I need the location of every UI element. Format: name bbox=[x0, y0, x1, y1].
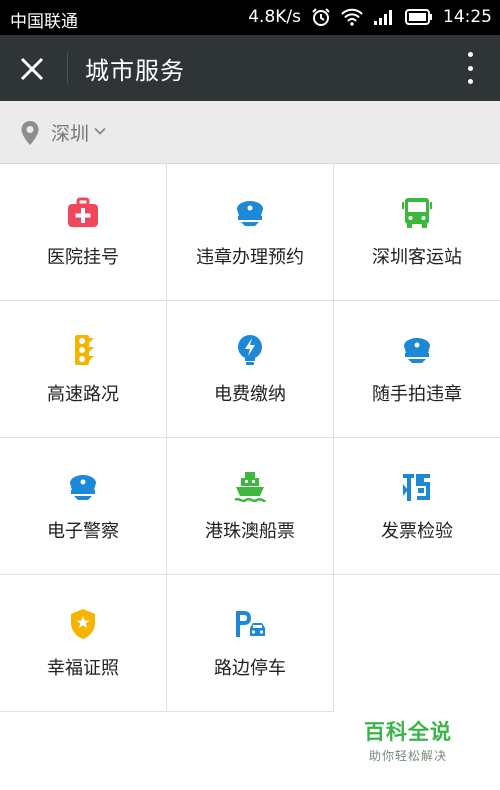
service-label: 随手拍违章 bbox=[372, 384, 462, 405]
title-bar: 城市服务 bbox=[0, 35, 500, 101]
hospital-kit-icon bbox=[66, 196, 100, 230]
watermark-subtitle: 助你轻松解决 bbox=[368, 749, 447, 763]
city-selector[interactable]: 深圳 bbox=[51, 119, 89, 146]
lightning-bulb-icon bbox=[233, 333, 267, 367]
service-roadside-parking[interactable]: 路边停车 bbox=[167, 575, 334, 712]
empty-cell bbox=[334, 575, 500, 711]
location-pin-icon bbox=[21, 121, 39, 145]
title-divider bbox=[67, 52, 68, 84]
traffic-light-icon bbox=[66, 333, 100, 367]
service-label: 违章办理预约 bbox=[196, 247, 304, 268]
service-label: 电费缴纳 bbox=[214, 384, 286, 405]
ship-icon bbox=[233, 470, 267, 504]
watermark-title: 百科全说 bbox=[364, 720, 452, 744]
police-cap-icon bbox=[233, 196, 267, 230]
page-title: 城市服务 bbox=[85, 57, 185, 85]
more-options-button[interactable] bbox=[460, 49, 480, 87]
service-happiness-certificate[interactable]: 幸福证照 bbox=[0, 575, 167, 712]
clock: 14:25 bbox=[443, 7, 492, 27]
police-cap-icon bbox=[66, 470, 100, 504]
service-report-violation[interactable]: 随手拍违章 bbox=[334, 301, 500, 438]
tax-invoice-icon bbox=[400, 470, 434, 504]
close-icon bbox=[20, 57, 44, 81]
service-label: 深圳客运站 bbox=[372, 247, 462, 268]
status-icons: 4.8K/s 14:25 bbox=[248, 7, 492, 27]
service-violation-appointment[interactable]: 违章办理预约 bbox=[167, 164, 334, 301]
location-bar[interactable]: 深圳 bbox=[0, 101, 500, 164]
service-label: 高速路况 bbox=[47, 384, 119, 405]
service-hospital-registration[interactable]: 医院挂号 bbox=[0, 164, 167, 301]
carrier-name: 中国联通 bbox=[10, 12, 78, 32]
service-highway-traffic[interactable]: 高速路况 bbox=[0, 301, 167, 438]
service-shenzhen-bus-station[interactable]: 深圳客运站 bbox=[334, 164, 500, 301]
service-electronic-police[interactable]: 电子警察 bbox=[0, 438, 167, 575]
parking-car-icon bbox=[233, 607, 267, 641]
service-label: 港珠澳船票 bbox=[205, 521, 295, 542]
chevron-down-icon bbox=[94, 127, 106, 135]
service-label: 医院挂号 bbox=[47, 247, 119, 268]
alarm-icon bbox=[312, 8, 330, 26]
signal-icon bbox=[374, 10, 392, 25]
service-invoice-verification[interactable]: 发票检验 bbox=[334, 438, 500, 575]
service-label: 电子警察 bbox=[47, 521, 119, 542]
police-cap-icon bbox=[400, 333, 434, 367]
watermark: 百科全说 助你轻松解决 bbox=[364, 716, 452, 764]
status-bar: 中国联通 4.8K/s 14:25 bbox=[0, 0, 500, 35]
more-vertical-icon bbox=[467, 52, 473, 57]
wifi-icon bbox=[341, 8, 363, 26]
close-button[interactable] bbox=[14, 51, 50, 87]
badge-shield-icon bbox=[66, 607, 100, 641]
service-grid: 医院挂号 违章办理预约 深圳客运站 高速路况 电费缴纳 随手拍违章 电子警察 港… bbox=[0, 164, 500, 712]
network-speed: 4.8K/s bbox=[248, 7, 301, 27]
bus-icon bbox=[400, 196, 434, 230]
service-label: 发票检验 bbox=[381, 521, 453, 542]
service-label: 幸福证照 bbox=[47, 658, 119, 679]
battery-icon bbox=[405, 9, 432, 25]
service-label: 路边停车 bbox=[214, 658, 286, 679]
service-hzmb-ferry-ticket[interactable]: 港珠澳船票 bbox=[167, 438, 334, 575]
service-electricity-payment[interactable]: 电费缴纳 bbox=[167, 301, 334, 438]
